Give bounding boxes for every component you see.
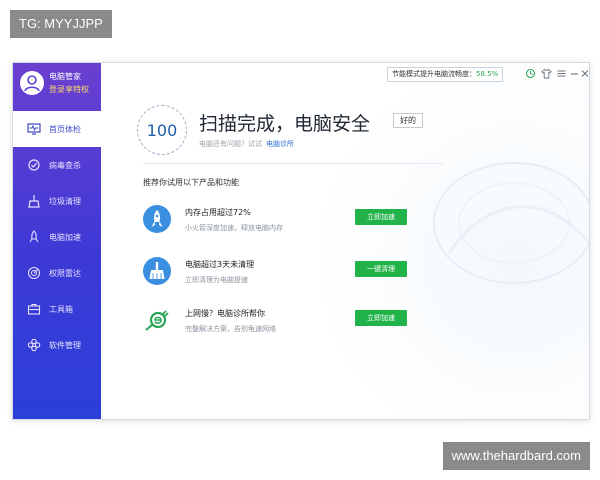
menu-icon[interactable] <box>556 68 567 79</box>
recommend-item-desc: 完整解决方案，告别龟速网络 <box>185 325 276 333</box>
recommend-item-title: 电脑超过3天未清理 <box>185 260 255 269</box>
background-decoration <box>433 162 589 284</box>
recommend-item-memory: 内存占用超过72% 小火箭深度加速，释放电脑内存 立即加速 <box>143 203 407 237</box>
sidebar-item-label: 垃圾清理 <box>49 196 81 206</box>
pc-clinic-link[interactable]: 电脑诊所 <box>266 140 294 148</box>
monitor-pulse-icon <box>27 122 41 136</box>
mode-percent: 58.5% <box>476 70 499 78</box>
skin-shirt-icon[interactable] <box>541 68 552 79</box>
divider <box>143 163 443 164</box>
mode-text: 节能模式提升电脑流畅度： <box>392 70 476 78</box>
recommend-item-desc: 立即清理为电脑提速 <box>185 276 248 284</box>
main-panel: 节能模式提升电脑流畅度：58.5% 100 扫描完成，电脑安全 好的 电脑还有问… <box>101 63 589 419</box>
sidebar-item-label: 病毒查杀 <box>49 160 81 170</box>
sidebar-item-permission-radar[interactable]: 权限雷达 <box>13 255 101 291</box>
close-icon[interactable] <box>581 68 589 79</box>
speedup-now-button[interactable]: 立即加速 <box>355 209 407 225</box>
apps-icon <box>27 338 41 352</box>
scan-result-headline: 扫描完成，电脑安全 <box>199 113 371 135</box>
network-speedup-button[interactable]: 立即加速 <box>355 310 407 326</box>
security-score: 100 <box>137 105 187 155</box>
refresh-icon[interactable] <box>525 68 536 79</box>
recommend-item-title: 上网慢？电脑诊所帮你 <box>185 309 265 318</box>
watermark-top: TG: MYYJJPP <box>10 10 112 38</box>
power-saving-mode-banner[interactable]: 节能模式提升电脑流畅度：58.5% <box>387 67 504 82</box>
sidebar-item-software-manager[interactable]: 软件管理 <box>13 327 101 363</box>
app-window: 电脑管家 登录享特权 首页体检 病毒查杀 垃圾清理 电脑加速 权限雷达 工具箱 … <box>12 62 590 420</box>
ok-badge[interactable]: 好的 <box>393 113 423 128</box>
sidebar-item-home-checkup[interactable]: 首页体检 <box>13 111 101 147</box>
network-plug-icon <box>143 306 171 334</box>
profile-name: 电脑管家 <box>49 72 81 81</box>
sidebar-item-virus-scan[interactable]: 病毒查杀 <box>13 147 101 183</box>
virus-scan-icon <box>27 158 41 172</box>
sidebar-item-label: 电脑加速 <box>49 232 81 242</box>
watermark-bottom: www.thehardbard.com <box>442 442 590 470</box>
recommend-item-desc: 小火箭深度加速，释放电脑内存 <box>185 224 283 232</box>
sidebar-item-label: 工具箱 <box>49 304 73 314</box>
avatar[interactable] <box>20 71 44 95</box>
rocket-icon <box>27 230 41 244</box>
sidebar-nav: 首页体检 病毒查杀 垃圾清理 电脑加速 权限雷达 工具箱 软件管理 <box>13 111 101 363</box>
sidebar-item-toolbox[interactable]: 工具箱 <box>13 291 101 327</box>
rocket-icon <box>143 205 171 233</box>
user-icon <box>24 75 40 92</box>
scan-result-subline: 电脑还有问题？试试 电脑诊所 <box>199 139 294 149</box>
broom-icon <box>143 257 171 285</box>
profile-area: 电脑管家 登录享特权 <box>13 63 101 103</box>
login-link[interactable]: 登录享特权 <box>49 84 89 95</box>
recommend-title: 推荐你试用以下产品和功能 <box>143 178 239 187</box>
broom-icon <box>27 194 41 208</box>
recommend-item-clean: 电脑超过3天未清理 立即清理为电脑提速 一键清理 <box>143 255 407 289</box>
recommend-item-network: 上网慢？电脑诊所帮你 完整解决方案，告别龟速网络 立即加速 <box>143 304 407 338</box>
subline-text: 电脑还有问题？试试 <box>199 140 262 148</box>
one-click-clean-button[interactable]: 一键清理 <box>355 261 407 277</box>
sidebar-item-junk-clean[interactable]: 垃圾清理 <box>13 183 101 219</box>
toolbox-icon <box>27 302 41 316</box>
recommend-item-title: 内存占用超过72% <box>185 208 251 217</box>
sidebar-item-label: 首页体检 <box>49 124 81 134</box>
sidebar: 电脑管家 登录享特权 首页体检 病毒查杀 垃圾清理 电脑加速 权限雷达 工具箱 … <box>13 63 101 419</box>
minimize-icon[interactable] <box>569 68 580 79</box>
sidebar-item-label: 软件管理 <box>49 340 81 350</box>
title-bar: 节能模式提升电脑流畅度：58.5% <box>101 63 589 85</box>
radar-icon <box>27 266 41 280</box>
sidebar-item-label: 权限雷达 <box>49 268 81 278</box>
sidebar-item-speedup[interactable]: 电脑加速 <box>13 219 101 255</box>
